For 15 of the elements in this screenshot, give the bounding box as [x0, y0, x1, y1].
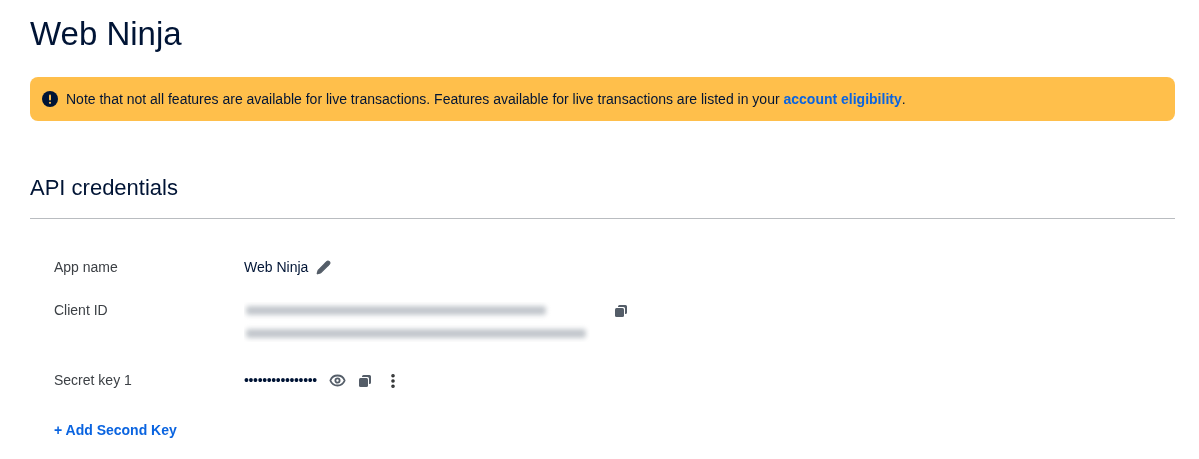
account-eligibility-link[interactable]: account eligibility [783, 90, 902, 107]
pencil-icon[interactable] [316, 260, 332, 275]
page-title: Web Ninja [30, 14, 183, 54]
alert-icon [42, 91, 58, 107]
app-name-value: Web Ninja [244, 258, 309, 277]
add-second-key-link[interactable]: + Add Second Key [54, 420, 177, 441]
field-label: App name [54, 258, 119, 277]
field-label: Secret key 1 [54, 371, 133, 390]
copy-icon[interactable] [614, 304, 628, 318]
eye-icon[interactable] [328, 372, 346, 389]
copy-icon[interactable] [357, 373, 372, 388]
masked-secret-key: •••••••••••••••• [244, 370, 317, 391]
section-title: API credentials [30, 174, 179, 202]
field-label: Client ID [54, 301, 109, 320]
notice-text: Note that not all features are available for live transactions. Features available for live transactions are listed in your account eligibility. [66, 89, 906, 109]
